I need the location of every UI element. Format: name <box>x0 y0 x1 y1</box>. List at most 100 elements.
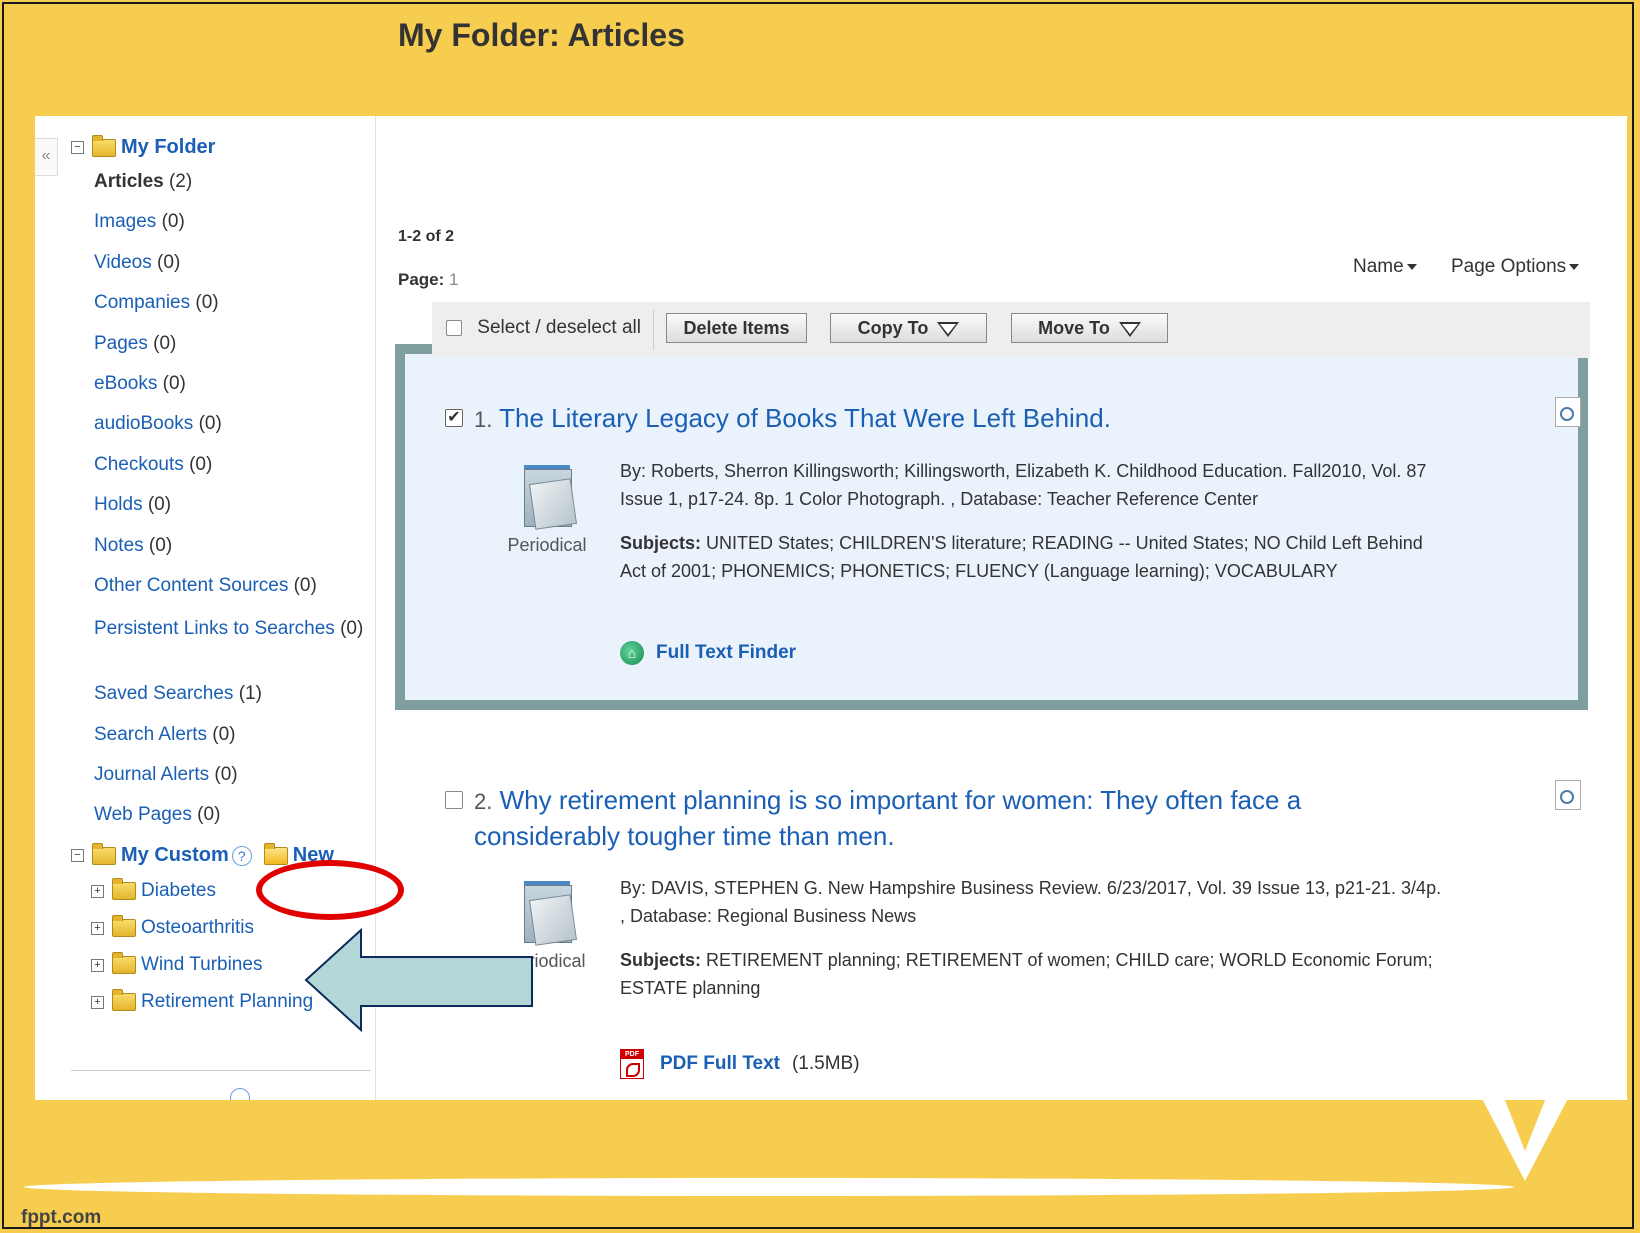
preview-magnifier-icon[interactable] <box>1555 780 1581 810</box>
sidebar-item-journal-alerts[interactable]: Journal Alerts (0) <box>94 763 364 803</box>
sidebar-item-label: Journal Alerts <box>94 764 210 786</box>
sidebar-item-articles[interactable]: Articles (2) <box>94 170 364 210</box>
pagination: Page: 1 <box>398 270 459 290</box>
folder-link-list: Articles (2) Images (0) Videos (0) Compa… <box>94 170 364 844</box>
pdf-icon <box>620 1049 644 1079</box>
sidebar-item-count: (0) <box>214 764 238 786</box>
result-byline: By: Roberts, Sherron Killingsworth; Kill… <box>620 457 1426 513</box>
pointer-arrow-icon <box>304 928 533 1032</box>
help-icon[interactable]: ? <box>231 845 252 866</box>
sidebar-item-pages[interactable]: Pages (0) <box>94 332 364 372</box>
sidebar-item-audiobooks[interactable]: audioBooks (0) <box>94 412 364 452</box>
sidebar-item-label: Notes <box>94 534 144 556</box>
sidebar-item-label: Other Content Sources <box>94 574 289 596</box>
new-folder-icon <box>263 842 288 865</box>
result-count: 1-2 of 2 <box>398 228 455 245</box>
sidebar-item-holds[interactable]: Holds (0) <box>94 493 364 533</box>
preview-magnifier-icon[interactable] <box>1555 397 1581 427</box>
sidebar-item-label: Pages <box>94 332 148 354</box>
sidebar-item-count: (1) <box>238 683 262 705</box>
move-to-button[interactable]: Move To <box>1011 313 1168 343</box>
sidebar-item-count: (0) <box>161 211 185 233</box>
collapse-icon[interactable]: − <box>71 141 84 154</box>
select-all[interactable]: Select / deselect all <box>446 317 641 339</box>
sidebar-item-label: Web Pages <box>94 804 192 826</box>
sidebar-item-count: (0) <box>340 618 364 640</box>
custom-folder-label: Retirement Planning <box>141 991 314 1012</box>
custom-folder-label: Osteoarthritis <box>141 917 254 938</box>
sidebar-item-count: (0) <box>198 413 222 435</box>
toolbar-divider <box>653 310 654 350</box>
result-title-text[interactable]: Why retirement planning is so important … <box>500 785 1302 815</box>
publication-type-label: Periodical <box>507 535 587 555</box>
result-title[interactable]: 2. Why retirement planning is so importa… <box>474 783 1301 853</box>
full-text-finder-icon: ⌂ <box>620 641 644 665</box>
byline-line: By: Roberts, Sherron Killingsworth; Kill… <box>620 461 1427 481</box>
result-byline: By: DAVIS, STEPHEN G. New Hampshire Busi… <box>620 874 1441 930</box>
sidebar-item-companies[interactable]: Companies (0) <box>94 291 364 331</box>
sidebar-item-images[interactable]: Images (0) <box>94 210 364 250</box>
page-title: My Folder: Articles <box>398 17 685 53</box>
sidebar-item-count: (0) <box>153 332 177 354</box>
custom-folder-osteoarthritis[interactable]: + Osteoarthritis <box>91 915 254 939</box>
slide-chevron-decoration <box>1475 1085 1575 1181</box>
footer-brand: fppt.com <box>21 1207 102 1228</box>
sidebar-item-label: Videos <box>94 251 152 273</box>
sidebar-item-saved-searches[interactable]: Saved Searches (1) <box>94 682 364 722</box>
result-title[interactable]: 1. The Literary Legacy of Books That Wer… <box>474 401 1111 437</box>
sidebar-item-label: audioBooks <box>94 413 194 435</box>
slide-swoosh-decoration <box>24 1178 1514 1196</box>
sidebar-item-web-pages[interactable]: Web Pages (0) <box>94 803 364 843</box>
copy-to-button[interactable]: Copy To <box>830 313 987 343</box>
my-folder-header[interactable]: − My Folder <box>71 134 215 159</box>
my-folder-label[interactable]: My Folder <box>121 136 215 159</box>
folder-icon <box>92 842 116 865</box>
pdf-full-text-label: PDF Full Text <box>660 1053 780 1074</box>
result-checkbox-checked[interactable]: ✔ <box>445 409 463 427</box>
result-checkbox[interactable] <box>445 791 463 809</box>
sidebar-item-search-alerts[interactable]: Search Alerts (0) <box>94 723 364 763</box>
expand-icon[interactable]: + <box>91 995 104 1009</box>
select-all-label: Select / deselect all <box>477 317 641 338</box>
sidebar-item-notes[interactable]: Notes (0) <box>94 534 364 574</box>
sidebar-item-count: (0) <box>148 534 173 556</box>
caret-down-icon <box>1406 263 1417 270</box>
sidebar-item-label: Articles <box>94 171 164 192</box>
sidebar-item-count: (0) <box>189 453 213 475</box>
result-title-text[interactable]: considerably tougher time than men. <box>474 821 895 851</box>
sidebar-item-other-content-sources[interactable]: Other Content Sources (0) <box>94 574 364 614</box>
expand-icon[interactable]: + <box>91 884 104 898</box>
sidebar-item-ebooks[interactable]: eBooks (0) <box>94 372 364 412</box>
custom-folder-wind-turbines[interactable]: + Wind Turbines <box>91 952 262 976</box>
pdf-full-text-link[interactable]: PDF Full Text (1.5MB) <box>620 1049 860 1079</box>
select-all-checkbox[interactable] <box>446 319 462 336</box>
result-title-text[interactable]: The Literary Legacy of Books That Were L… <box>499 403 1111 433</box>
move-to-label: Move To <box>1038 318 1110 338</box>
delete-items-button[interactable]: Delete Items <box>666 313 807 343</box>
sidebar-item-count: (0) <box>293 574 317 596</box>
expand-icon[interactable]: + <box>91 921 104 935</box>
page-options-dropdown[interactable]: Page Options <box>1451 256 1580 278</box>
expand-icon[interactable]: + <box>91 958 104 972</box>
result-number: 2. <box>474 789 493 814</box>
full-text-finder-link[interactable]: ⌂ Full Text Finder <box>620 641 796 665</box>
my-custom-label[interactable]: My Custom <box>121 844 229 867</box>
sidebar-item-checkouts[interactable]: Checkouts (0) <box>94 453 364 493</box>
sidebar-item-persistent-links[interactable]: Persistent Links to Searches (0) <box>94 614 364 682</box>
sidebar-item-label: eBooks <box>94 372 158 394</box>
collapse-sidebar-button[interactable]: « <box>35 138 58 176</box>
byline-line: Issue 1, p17-24. 8p. 1 Color Photograph.… <box>620 489 1259 509</box>
subjects-text: ESTATE planning <box>620 978 761 998</box>
folder-icon <box>112 952 136 974</box>
custom-folder-diabetes[interactable]: + Diabetes <box>91 878 216 902</box>
sidebar-item-label: Search Alerts <box>94 723 207 745</box>
custom-folder-retirement-planning[interactable]: + Retirement Planning <box>91 989 314 1013</box>
results-toolbar: Select / deselect all Delete Items Copy … <box>432 302 1590 358</box>
sort-name-dropdown[interactable]: Name <box>1353 256 1417 278</box>
page-number[interactable]: 1 <box>449 270 458 289</box>
sort-label: Name <box>1353 256 1404 277</box>
sidebar-item-count: (0) <box>162 372 186 394</box>
sidebar-item-videos[interactable]: Videos (0) <box>94 251 364 291</box>
collapse-icon[interactable]: − <box>71 849 84 862</box>
pdf-file-size: (1.5MB) <box>791 1053 860 1074</box>
